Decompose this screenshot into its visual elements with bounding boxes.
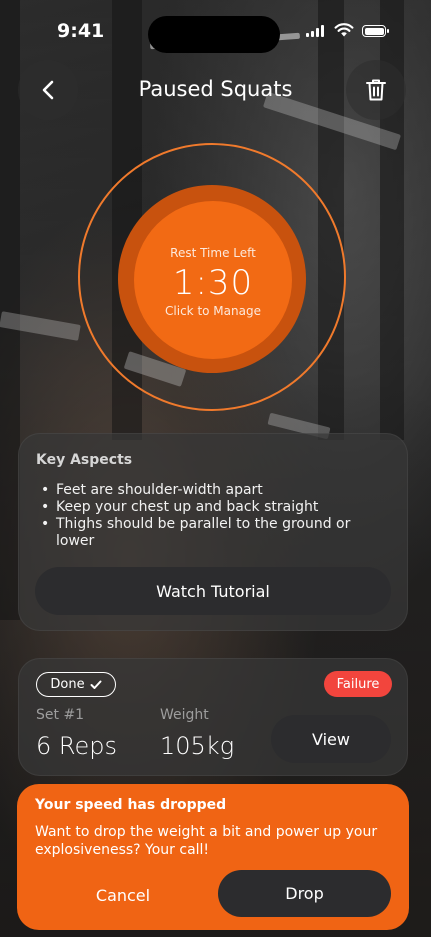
key-aspects-list: Feet are shoulder-width apart Keep your … <box>41 482 371 550</box>
trash-icon <box>366 79 386 101</box>
weight-value: 105kg <box>160 732 235 760</box>
status-bar: 9:41 <box>0 0 431 60</box>
view-label: View <box>312 729 350 749</box>
speed-drop-alert: Your speed has dropped Want to drop the … <box>17 784 409 930</box>
failure-badge[interactable]: Failure <box>324 671 392 697</box>
done-label: Done <box>50 677 85 692</box>
drop-button[interactable]: Drop <box>218 870 391 917</box>
cellular-signal-icon <box>306 25 324 37</box>
battery-icon <box>362 25 389 37</box>
wifi-icon <box>334 22 354 42</box>
weight-label: Weight <box>160 707 209 723</box>
reps-value: 6 Reps <box>36 732 117 760</box>
watch-tutorial-label: Watch Tutorial <box>156 581 270 601</box>
drop-label: Drop <box>285 884 324 903</box>
key-aspects-card: Key Aspects Feet are shoulder-width apar… <box>18 433 408 631</box>
done-toggle[interactable]: Done <box>36 672 116 697</box>
set-number-label: Set #1 <box>36 707 85 723</box>
rest-time-hint: Click to Manage <box>165 304 261 318</box>
rest-timer-button[interactable]: Rest Time Left 1:30 Click to Manage <box>134 201 292 359</box>
list-item: Thighs should be parallel to the ground … <box>41 516 371 550</box>
key-aspects-title: Key Aspects <box>36 452 133 468</box>
alert-title: Your speed has dropped <box>35 797 227 813</box>
cancel-label: Cancel <box>95 885 151 905</box>
failure-label: Failure <box>336 676 380 692</box>
set-card: Done Failure Set #1 Weight 6 Reps 105kg … <box>18 658 408 776</box>
cancel-button[interactable]: Cancel <box>63 872 183 918</box>
watch-tutorial-button[interactable]: Watch Tutorial <box>35 567 391 615</box>
dynamic-island <box>148 16 280 53</box>
rest-time-label: Rest Time Left <box>170 246 256 260</box>
list-item: Feet are shoulder-width apart <box>41 482 371 499</box>
alert-message: Want to drop the weight a bit and power … <box>35 824 378 858</box>
list-item: Keep your chest up and back straight <box>41 499 371 516</box>
delete-button[interactable] <box>346 60 406 120</box>
view-button[interactable]: View <box>271 715 391 763</box>
status-time: 9:41 <box>57 20 105 42</box>
rest-time-value: 1:30 <box>172 263 254 303</box>
checkmark-icon <box>90 680 102 689</box>
